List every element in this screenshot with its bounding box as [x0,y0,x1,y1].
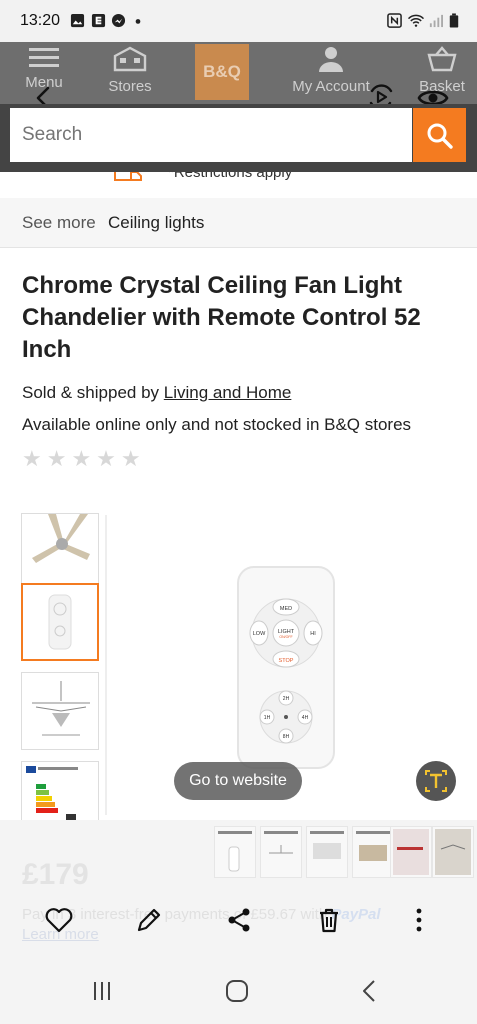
remote-low-label: LOW [253,631,266,637]
site-header: Menu Stores B&Q My Account Basket [0,42,477,104]
remote-hi-label: HI [310,631,316,637]
status-bar: 13:20 [0,0,477,42]
search-icon [427,123,453,149]
hamburger-icon [29,48,59,67]
remote-light-sub-label: ON/OFF [279,635,292,639]
related-result[interactable] [390,826,432,878]
text-extract-button[interactable] [416,761,456,801]
rating-stars: ★★★★★ [22,446,146,471]
thumbnail-scrollbar[interactable] [105,515,107,815]
delivery-van-icon [114,172,142,181]
account-button[interactable]: My Account [286,46,376,95]
system-nav-bar [0,955,477,1024]
search-bar [0,104,477,172]
signal-icon [429,14,443,28]
more-options-icon[interactable] [404,905,434,935]
related-results-strip[interactable] [214,826,477,880]
remote-stop-label: STOP [279,658,294,664]
thumbnail-energy-label[interactable] [21,761,99,821]
related-result[interactable] [260,826,302,878]
stores-label: Stores [108,78,152,95]
breadcrumb-link[interactable]: Ceiling lights [108,213,204,233]
e-notification-icon [91,13,106,28]
delete-icon[interactable] [314,905,344,935]
remote-2h-label: 2H [283,696,290,702]
messenger-icon [111,13,126,28]
bq-logo[interactable]: B&Q [195,44,249,100]
lens-action-bar [0,895,477,955]
stores-button[interactable]: Stores [100,46,160,95]
related-result[interactable] [352,826,394,878]
remote-4h-label: 4H [302,715,309,721]
account-label: My Account [292,78,370,95]
text-select-icon [425,770,447,792]
status-time: 13:20 [20,12,61,29]
related-result[interactable] [306,826,348,878]
dot-icon [135,19,141,24]
wifi-icon [407,14,425,27]
sold-by: Sold & shipped by Living and Home [22,383,291,403]
battery-icon [449,13,459,28]
user-icon [319,47,343,72]
heart-icon[interactable] [44,905,74,935]
availability-text: Available online only and not stocked in… [22,415,412,434]
remote-med-label: MED [280,606,292,612]
thumbnail-remote[interactable] [21,583,99,661]
nfc-icon [387,13,402,28]
home-icon[interactable] [224,979,250,1003]
product-title: Chrome Crystal Ceiling Fan Light Chandel… [22,272,421,363]
search-input[interactable] [10,108,412,162]
energy-label-image [26,766,78,820]
back-icon[interactable] [358,979,384,1003]
remote-control-image[interactable]: MED LOW LIGHT ON/OFF HI STOP 2H 1H 4H 8H [236,565,336,770]
remote-8h-label: 8H [283,734,290,740]
product-price: £179 [22,858,89,891]
breadcrumb: See more Ceiling lights [0,198,477,248]
related-result[interactable] [214,826,256,878]
remote-1h-label: 1H [264,715,271,721]
fan-diagram-image [32,681,90,736]
search-button[interactable] [413,108,466,162]
basket-icon [427,46,457,72]
thumbnail-diagram[interactable] [21,672,99,750]
gallery-icon [70,13,85,28]
store-icon [113,46,147,72]
related-result[interactable] [432,826,474,878]
breadcrumb-prefix: See more [22,213,96,232]
restrictions-row: *Restrictions apply [0,172,477,198]
share-icon[interactable] [224,905,254,935]
go-to-website-button[interactable]: Go to website [174,762,302,800]
seller-link[interactable]: Living and Home [164,383,292,402]
edit-pencil-icon[interactable] [134,905,164,935]
recents-icon[interactable] [89,979,115,1003]
restrictions-text: *Restrictions apply [168,172,293,181]
thumbnail-fan[interactable] [21,513,99,591]
ceiling-fan-image [32,514,90,563]
sold-by-prefix: Sold & shipped by [22,383,160,402]
remote-thumb-image [48,594,72,650]
